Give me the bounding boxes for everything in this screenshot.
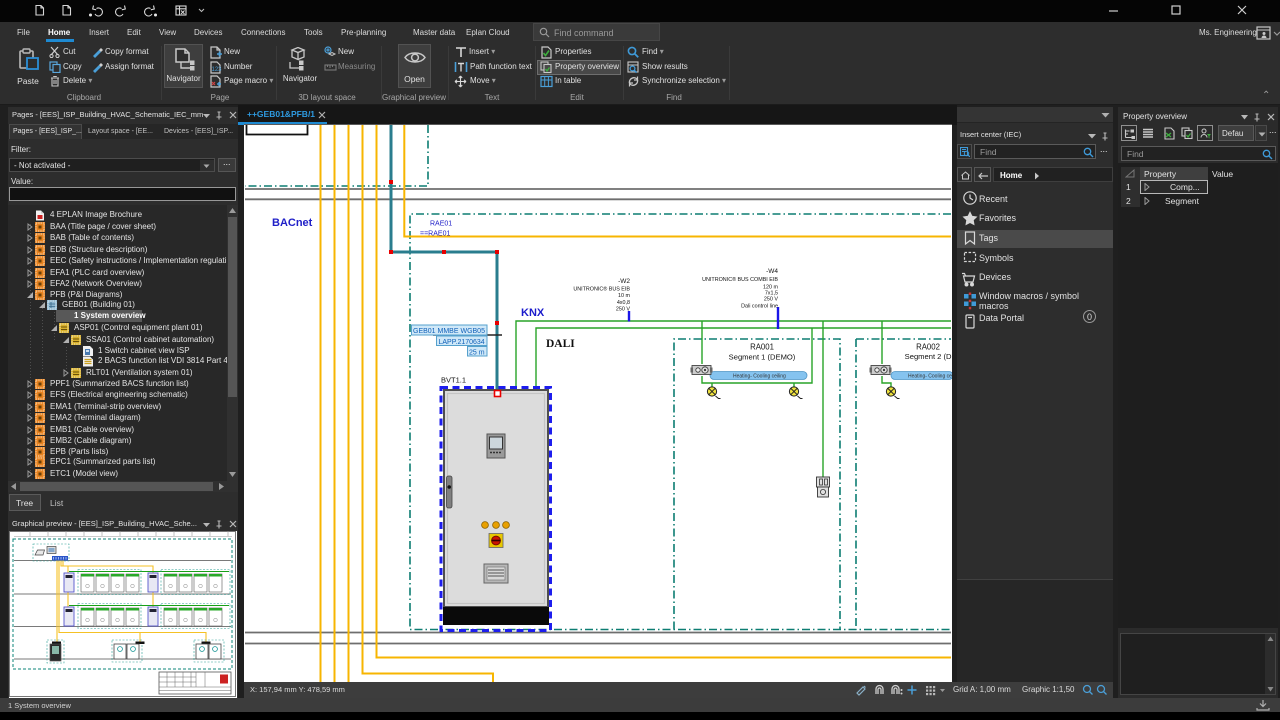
svg-text:Segment 1 (DEMO): Segment 1 (DEMO) bbox=[729, 353, 796, 362]
svg-text:RA002: RA002 bbox=[916, 343, 940, 352]
svg-text:Heating- Cooling ce: Heating- Cooling ce bbox=[908, 374, 952, 380]
svg-text:25 m: 25 m bbox=[469, 349, 485, 356]
svg-text:250 V: 250 V bbox=[616, 307, 630, 313]
svg-text:250 V: 250 V bbox=[764, 297, 778, 303]
svg-text:BVT1.1: BVT1.1 bbox=[441, 376, 466, 385]
svg-text:BACnet: BACnet bbox=[272, 217, 313, 229]
svg-text:Heating- Cooling ceiling: Heating- Cooling ceiling bbox=[733, 374, 786, 380]
svg-text:GEB01 MMBE WGB05: GEB01 MMBE WGB05 bbox=[413, 328, 485, 335]
svg-text:-W2: -W2 bbox=[618, 278, 630, 285]
svg-text:UNITRONIC® BUS COMBI EIB: UNITRONIC® BUS COMBI EIB bbox=[702, 276, 778, 283]
svg-text:RAE01: RAE01 bbox=[430, 221, 452, 228]
svg-text:4x0,8: 4x0,8 bbox=[617, 300, 630, 306]
svg-text:LAPP.2170634: LAPP.2170634 bbox=[439, 339, 485, 346]
svg-text:123: 123 bbox=[212, 67, 223, 73]
svg-text:==RAE01: ==RAE01 bbox=[420, 231, 450, 238]
svg-text:UNITRONIC® BUS EIB: UNITRONIC® BUS EIB bbox=[573, 286, 630, 293]
svg-text:KNX: KNX bbox=[521, 307, 545, 319]
svg-text:Dali control line: Dali control line bbox=[741, 304, 778, 310]
svg-text:-W4: -W4 bbox=[766, 268, 778, 275]
svg-text:RA001: RA001 bbox=[750, 343, 774, 352]
svg-text:DALI: DALI bbox=[546, 338, 575, 350]
svg-text:10 m: 10 m bbox=[618, 293, 630, 299]
svg-text:Segment 2 (DEMO): Segment 2 (DEMO) bbox=[905, 352, 952, 361]
